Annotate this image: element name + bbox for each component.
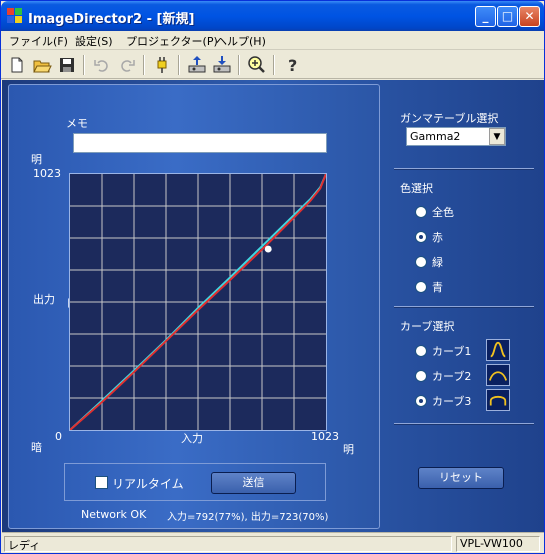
radio-blue[interactable] — [415, 281, 427, 293]
hill-curve-icon[interactable] — [486, 364, 510, 386]
gamma-table-select[interactable]: Gamma2 ▼ — [406, 127, 506, 146]
x-max-label: 1023 — [311, 430, 339, 443]
zoom-icon[interactable] — [246, 55, 268, 75]
redo-icon[interactable] — [116, 55, 138, 75]
x-min-label: 0 — [55, 430, 62, 443]
separator — [394, 423, 534, 425]
toolbar-separator — [83, 55, 85, 75]
upload-icon[interactable] — [186, 55, 208, 75]
radio-curve-1[interactable] — [415, 345, 427, 357]
memo-label: メモ — [66, 117, 88, 130]
minimize-button[interactable]: _ — [475, 6, 496, 27]
maximize-button[interactable]: □ — [497, 6, 518, 27]
title-bar[interactable]: ImageDirector2 - [新規] _ □ ✕ — [1, 1, 544, 31]
status-message: レディ — [4, 536, 452, 552]
memo-input[interactable] — [73, 133, 327, 153]
toolbar-separator — [273, 55, 275, 75]
window-title: ImageDirector2 - [新規] — [28, 12, 195, 27]
chevron-down-icon[interactable]: ▼ — [489, 128, 505, 145]
plug-icon[interactable] — [151, 55, 173, 75]
app-icon — [7, 8, 23, 24]
menu-bar: ファイル(F) 設定(S) プロジェクター(P) ヘルプ(H) — [1, 31, 544, 50]
all-colors-label: 全色 — [432, 206, 454, 219]
radio-red[interactable] — [415, 231, 427, 243]
y-bottom-word: 暗 — [31, 441, 42, 454]
curve-control-point — [264, 245, 272, 253]
radio-all-colors[interactable] — [415, 206, 427, 218]
x-right-word: 明 — [343, 443, 354, 456]
settings-panel: ガンマテーブル選択 Gamma2 ▼ 色選択 全色 赤 緑 青 カーブ選択 カー… — [390, 80, 540, 530]
status-model: VPL-VW100 — [456, 536, 540, 552]
gamma-editor-panel: メモ 明 1023 出力 暗 0 入力 1023 明 リアルタイム 送信 Net… — [8, 84, 380, 529]
y-max-label: 1023 — [33, 167, 61, 180]
curve-select-label: カーブ選択 — [400, 320, 455, 333]
svg-text:?: ? — [288, 56, 297, 75]
save-icon[interactable] — [56, 55, 78, 75]
gamma-curve-graph[interactable] — [69, 173, 327, 431]
toolbar-separator — [178, 55, 180, 75]
realtime-label: リアルタイム — [112, 477, 184, 491]
app-window: ImageDirector2 - [新規] _ □ ✕ ファイル(F) 設定(S… — [0, 0, 545, 554]
realtime-checkbox[interactable] — [95, 476, 108, 489]
separator — [394, 306, 534, 308]
status-bar: レディ VPL-VW100 — [2, 532, 544, 553]
send-controls-box: リアルタイム 送信 — [64, 463, 326, 501]
menu-file[interactable]: ファイル(F) — [9, 33, 68, 49]
radio-green[interactable] — [415, 256, 427, 268]
bell-curve-icon[interactable] — [486, 339, 510, 361]
curve-2-label: カーブ2 — [432, 370, 472, 383]
blue-label: 青 — [432, 281, 443, 294]
x-axis-label: 入力 — [181, 432, 203, 445]
green-label: 緑 — [432, 256, 443, 269]
radio-curve-3[interactable] — [415, 395, 427, 407]
color-select-label: 色選択 — [400, 182, 433, 195]
download-icon[interactable] — [211, 55, 233, 75]
new-file-icon[interactable] — [6, 55, 28, 75]
menu-projector[interactable]: プロジェクター(P) — [126, 33, 218, 49]
undo-icon[interactable] — [91, 55, 113, 75]
input-output-readout: 入力=792(77%), 出力=723(70%) — [167, 512, 329, 523]
menu-settings[interactable]: 設定(S) — [75, 33, 113, 49]
close-button[interactable]: ✕ — [519, 6, 540, 27]
reset-button[interactable]: リセット — [418, 467, 504, 489]
red-label: 赤 — [432, 231, 443, 244]
y-axis-label: 出力 — [33, 293, 55, 306]
arch-curve-icon[interactable] — [486, 389, 510, 411]
toolbar: ? — [1, 51, 544, 79]
menu-help[interactable]: ヘルプ(H) — [216, 33, 266, 49]
open-folder-icon[interactable] — [31, 55, 53, 75]
main-area: メモ 明 1023 出力 暗 0 入力 1023 明 リアルタイム 送信 Net… — [2, 80, 544, 532]
separator — [394, 168, 534, 170]
y-top-word: 明 — [31, 153, 42, 166]
help-icon[interactable]: ? — [281, 55, 303, 75]
curve-3-label: カーブ3 — [432, 395, 472, 408]
gamma-table-value: Gamma2 — [410, 130, 461, 143]
curve-1-label: カーブ1 — [432, 345, 472, 358]
network-status: Network OK — [81, 508, 147, 521]
radio-curve-2[interactable] — [415, 370, 427, 382]
gamma-table-label: ガンマテーブル選択 — [400, 112, 499, 125]
send-button[interactable]: 送信 — [211, 472, 296, 494]
toolbar-separator — [143, 55, 145, 75]
toolbar-separator — [238, 55, 240, 75]
